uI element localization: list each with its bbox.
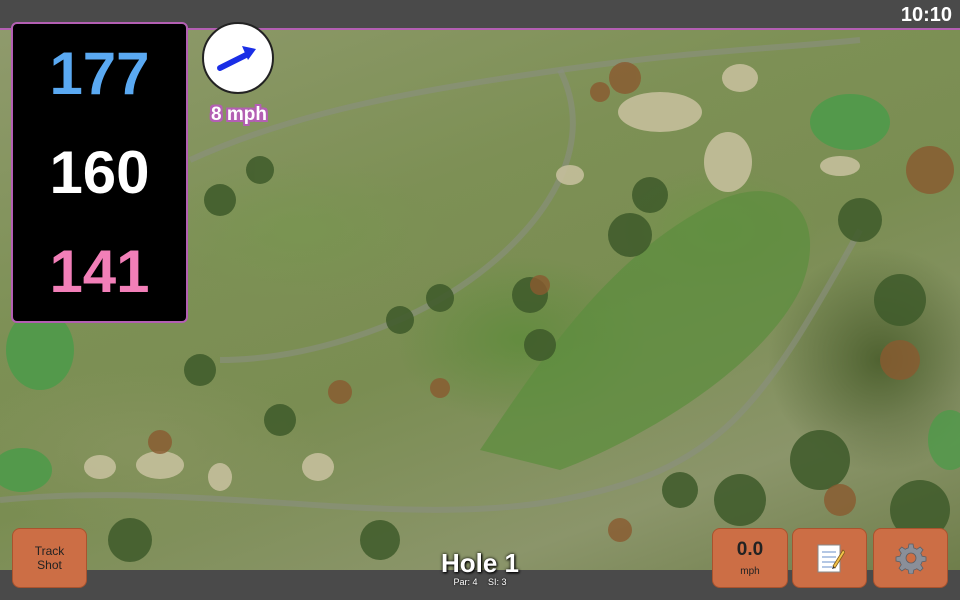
- wind-speed: 8 mph: [211, 104, 267, 125]
- track-shot-button[interactable]: Track Shot: [12, 528, 87, 588]
- distance-panel: 177 160 141: [11, 22, 188, 323]
- hole-title: Hole 1: [440, 548, 520, 578]
- stroke-index-label: SI: 3: [488, 577, 507, 587]
- track-shot-label-line2: Shot: [37, 558, 62, 572]
- notes-button[interactable]: [792, 528, 867, 588]
- notepad-icon: [817, 544, 845, 573]
- speed-button[interactable]: 0.0 mph: [712, 528, 788, 588]
- wind-indicator: [202, 22, 274, 94]
- speed-unit: mph: [740, 566, 760, 577]
- clock: 10:10: [900, 4, 952, 26]
- hole-info: Par: 4 SI: 3: [380, 577, 580, 587]
- speed-value: 0.0: [736, 539, 764, 560]
- gear-icon: [895, 543, 926, 574]
- par-label: Par: 4: [453, 577, 478, 587]
- track-shot-label-line1: Track: [34, 543, 65, 558]
- arrow-right-up-icon: [217, 46, 256, 71]
- back-distance: 177: [49, 39, 150, 107]
- settings-button[interactable]: [873, 528, 948, 588]
- front-distance: 141: [49, 237, 150, 305]
- center-distance: 160: [49, 138, 150, 206]
